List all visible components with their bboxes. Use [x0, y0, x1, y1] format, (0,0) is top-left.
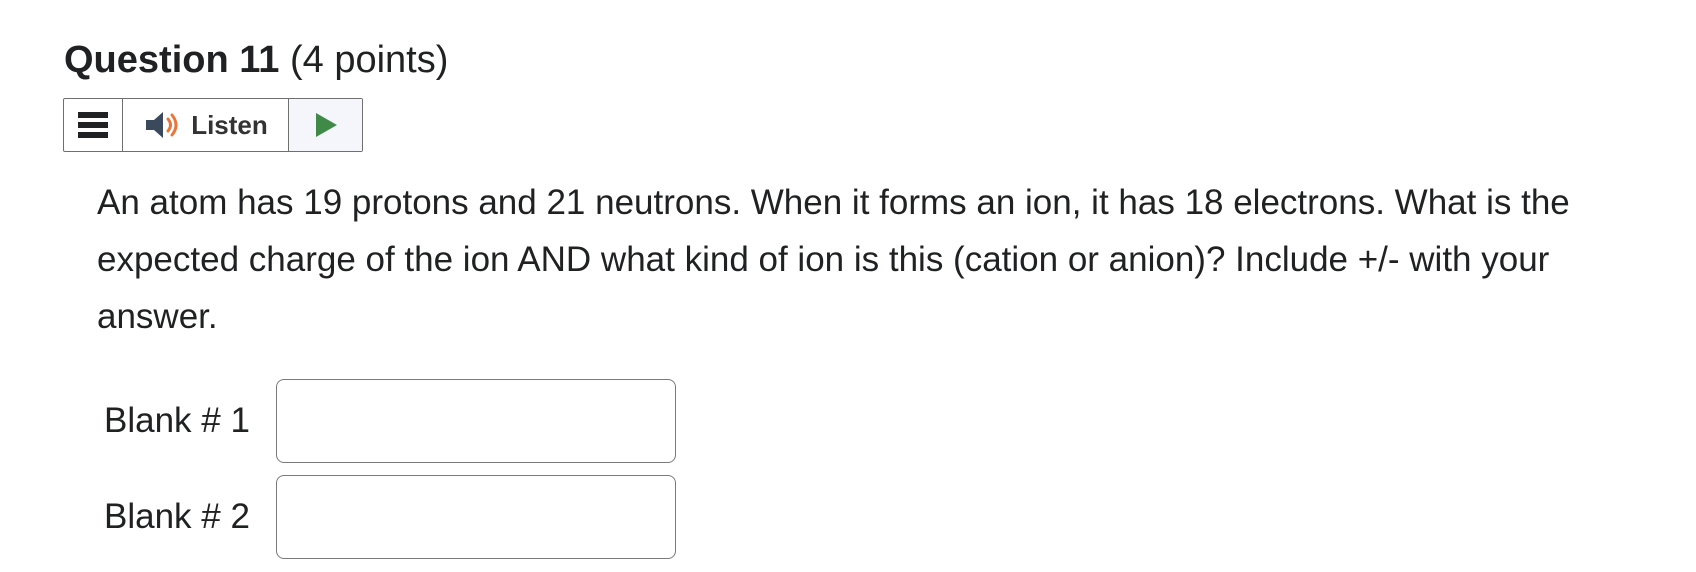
- blank-row-2: Blank # 2: [104, 475, 676, 559]
- listen-button[interactable]: Listen: [123, 99, 289, 151]
- play-button[interactable]: [289, 99, 362, 151]
- question-header: Question 11 (4 points): [64, 36, 448, 84]
- blank-label-2: Blank # 2: [104, 497, 250, 536]
- blank-input-2[interactable]: [276, 475, 676, 559]
- blank-label-1: Blank # 1: [104, 401, 250, 440]
- blank-input-1[interactable]: [276, 379, 676, 463]
- speaker-icon: [146, 112, 178, 138]
- blank-row-1: Blank # 1: [104, 379, 676, 463]
- question-points: (4 points): [289, 39, 449, 81]
- question-title: Question 11: [64, 39, 280, 81]
- read-aloud-toolbar: Listen: [63, 98, 363, 152]
- play-icon: [315, 113, 337, 137]
- listen-label: Listen: [191, 109, 268, 140]
- question-text: An atom has 19 protons and 21 neutrons. …: [97, 183, 1570, 336]
- toolbar-menu-button[interactable]: [64, 99, 123, 151]
- hamburger-menu-icon: [78, 112, 108, 138]
